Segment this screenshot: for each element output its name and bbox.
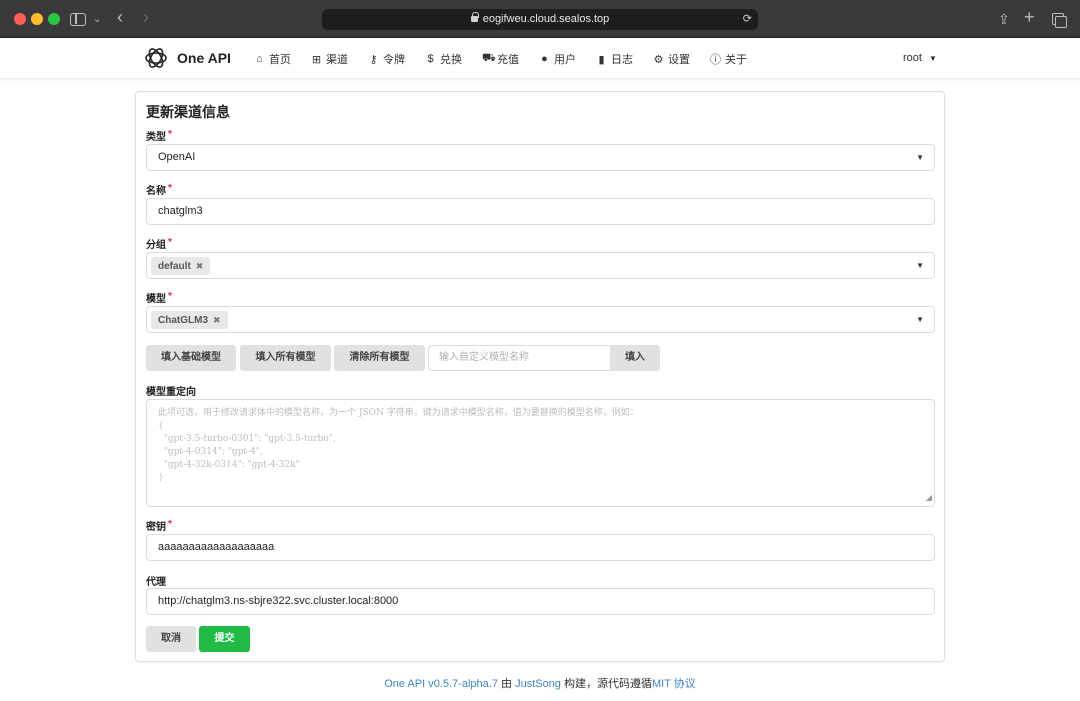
models-multiselect[interactable]: ChatGLM3 ✖ ▼ <box>146 306 935 333</box>
author-link[interactable]: JustSong <box>515 678 561 690</box>
edit-channel-card: 更新渠道信息 类型 * OpenAI ▼ 名称 * chatglm3 分组 * defa… <box>135 91 945 662</box>
footer-built-text: 构建，源代码遵循 <box>564 678 652 690</box>
back-arrow-icon[interactable]: ‹ <box>117 7 123 27</box>
caret-down-icon: ▼ <box>916 153 924 162</box>
menu-item-settings[interactable]: ⚙ 设置 <box>653 51 690 67</box>
sitemap-icon: ⊞ <box>311 53 322 66</box>
tab-overview-icon[interactable] <box>1052 13 1067 28</box>
key-icon: ⚷ <box>369 53 378 66</box>
version-link[interactable]: One API v0.5.7-alpha.7 <box>384 678 498 690</box>
main-menu: ⌂ 首页 ⊞ 渠道 ⚷ 令牌 $ 兑换 ⛟ 充值 ● 用户 ▮ 日志 ⚙ 设置 ⓘ 关于 <box>254 51 767 67</box>
required-asterisk: * <box>168 519 172 530</box>
group-multiselect[interactable]: default ✖ ▼ <box>146 252 935 279</box>
menu-item-channels[interactable]: ⊞ 渠道 <box>311 51 348 67</box>
model-tag: ChatGLM3 ✖ <box>151 311 228 329</box>
menu-item-tokens[interactable]: ⚷ 令牌 <box>368 51 405 67</box>
required-asterisk: * <box>168 291 172 302</box>
menu-item-logs[interactable]: ▮ 日志 <box>596 51 633 67</box>
menu-item-redeem[interactable]: $ 兑换 <box>425 51 462 67</box>
new-tab-icon[interactable]: + <box>1024 7 1035 27</box>
sidebar-toggle-icon[interactable] <box>70 13 86 26</box>
user-dropdown[interactable]: root ▼ <box>903 52 937 64</box>
name-label: 名称 * <box>146 183 172 197</box>
key-label: 密钥 * <box>146 519 172 533</box>
app-header: One API ⌂ 首页 ⊞ 渠道 ⚷ 令牌 $ 兑换 ⛟ 充值 ● 用户 ▮ 日志 ⚙ 设置 … <box>0 38 1080 78</box>
dollar-icon: $ <box>427 53 434 65</box>
menu-item-home[interactable]: ⌂ 首页 <box>254 51 291 67</box>
type-label: 类型 * <box>146 129 172 143</box>
close-window-button[interactable] <box>14 13 26 25</box>
user-icon: ● <box>541 53 548 65</box>
name-input[interactable]: chatglm3 <box>146 198 935 225</box>
proxy-label: 代理 <box>146 577 166 588</box>
clear-all-models-button[interactable]: 清除所有模型 <box>334 345 425 371</box>
cancel-button[interactable]: 取消 <box>146 626 196 652</box>
caret-down-icon: ▼ <box>916 261 924 270</box>
forward-arrow-icon[interactable]: › <box>143 7 149 27</box>
cart-icon: ⛟ <box>482 52 496 64</box>
group-tag: default ✖ <box>151 257 211 275</box>
caret-down-icon: ▼ <box>928 54 937 63</box>
required-asterisk: * <box>168 129 172 140</box>
info-icon: ⓘ <box>710 54 721 66</box>
page-title: 更新渠道信息 <box>146 104 230 120</box>
gear-icon: ⚙ <box>653 53 664 66</box>
type-select[interactable]: OpenAI ▼ <box>146 144 935 171</box>
models-label: 模型 * <box>146 291 172 305</box>
proxy-input[interactable]: http://chatglm3.ns-sbjre322.svc.cluster.… <box>146 588 935 615</box>
reload-icon[interactable]: ⟳ <box>743 9 752 30</box>
key-input[interactable]: aaaaaaaaaaaaaaaaaaa <box>146 534 935 561</box>
minimize-window-button[interactable] <box>31 13 43 25</box>
footer: One API v0.5.7-alpha.7 由 JustSong 构建，源代码… <box>0 675 1080 691</box>
remove-tag-icon[interactable]: ✖ <box>213 315 221 325</box>
menu-item-topup[interactable]: ⛟ 充值 <box>482 51 519 67</box>
browser-titlebar: ⌄ ‹ › eogifweu.cloud.sealos.top ⟳ ⇪ + <box>0 0 1080 38</box>
model-redirect-textarea[interactable]: 此项可选，用于修改请求体中的模型名称，为一个 JSON 字符串，键为请求中模型名… <box>146 399 935 507</box>
home-icon: ⌂ <box>256 53 263 65</box>
submit-button[interactable]: 提交 <box>199 626 250 652</box>
menu-item-about[interactable]: ⓘ 关于 <box>710 51 747 67</box>
fill-custom-model-button[interactable]: 填入 <box>610 345 660 371</box>
address-bar[interactable]: eogifweu.cloud.sealos.top ⟳ <box>322 9 758 30</box>
share-icon[interactable]: ⇪ <box>998 9 1010 29</box>
fill-basic-models-button[interactable]: 填入基础模型 <box>146 345 236 371</box>
url-text: eogifweu.cloud.sealos.top <box>482 13 610 25</box>
chevron-down-icon[interactable]: ⌄ <box>93 10 101 30</box>
group-label: 分组 * <box>146 237 172 251</box>
fill-all-models-button[interactable]: 填入所有模型 <box>240 345 331 371</box>
openai-logo-icon[interactable] <box>143 45 169 71</box>
required-asterisk: * <box>168 237 172 248</box>
license-link[interactable]: MIT 协议 <box>652 678 696 690</box>
maximize-window-button[interactable] <box>48 13 60 25</box>
resize-handle-icon[interactable]: ◢ <box>926 491 932 504</box>
lock-icon <box>470 12 479 22</box>
brand-title[interactable]: One API <box>177 50 231 66</box>
custom-model-input[interactable]: 输入自定义模型名称 <box>428 345 611 371</box>
menu-item-users[interactable]: ● 用户 <box>539 51 576 67</box>
redirect-label: 模型重定向 <box>146 387 196 398</box>
caret-down-icon: ▼ <box>916 315 924 324</box>
remove-tag-icon[interactable]: ✖ <box>196 261 204 271</box>
required-asterisk: * <box>168 183 172 194</box>
footer-by-text: 由 <box>501 678 512 690</box>
book-icon: ▮ <box>598 53 605 66</box>
